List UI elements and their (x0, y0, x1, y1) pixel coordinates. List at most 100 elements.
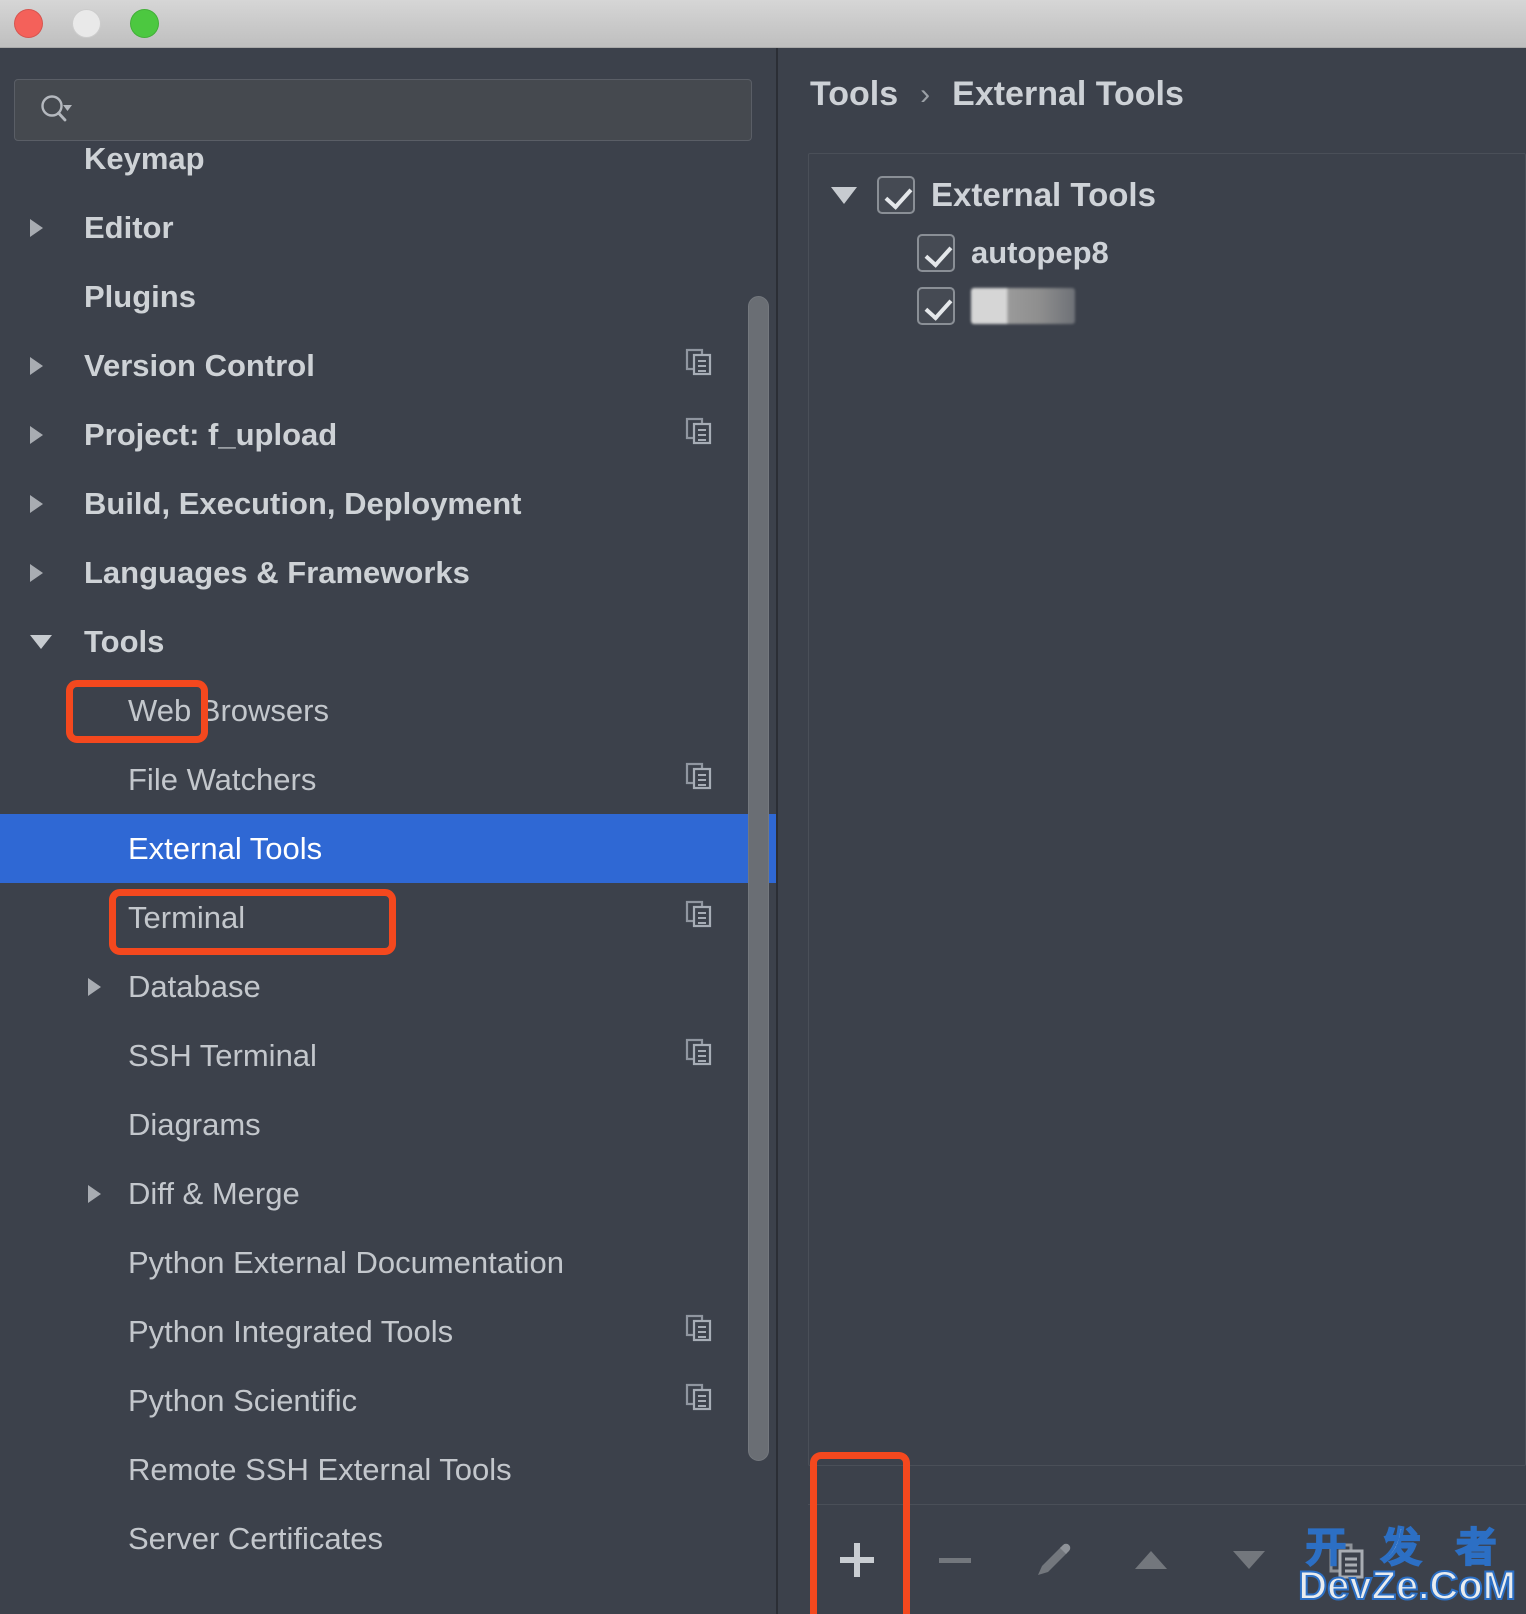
tree-row-redacted[interactable] (917, 287, 1075, 325)
sidebar-item-python-scientific[interactable]: Python Scientific (0, 1366, 776, 1435)
copy-icon (685, 1038, 712, 1065)
sidebar-item-label: Web Browsers (128, 692, 329, 728)
sidebar-item-server-certificates[interactable]: Server Certificates (0, 1504, 776, 1573)
chevron-right-icon[interactable] (30, 425, 43, 444)
chevron-down-icon[interactable] (831, 186, 857, 204)
sidebar-item-python-integrated-tools[interactable]: Python Integrated Tools (0, 1297, 776, 1366)
sidebar-item-label: Keymap (84, 140, 205, 176)
copy-settings-icon[interactable] (682, 1311, 716, 1353)
sidebar-item-label: External Tools (128, 830, 323, 866)
sidebar-item-python-external-documentation[interactable]: Python External Documentation (0, 1228, 776, 1297)
copy-settings-icon[interactable] (682, 759, 716, 801)
copy-settings-icon[interactable] (682, 1380, 716, 1422)
copy-settings-icon[interactable] (682, 414, 716, 456)
sidebar-item-label: Project: f_upload (84, 416, 338, 452)
sidebar-item-external-tools[interactable]: External Tools (0, 814, 776, 883)
sidebar-item-label: Server Certificates (128, 1520, 383, 1556)
sidebar-item-version-control[interactable]: Version Control (0, 331, 776, 400)
copy-button[interactable] (1298, 1511, 1396, 1609)
copy-settings-icon[interactable] (682, 897, 716, 939)
arrow-up-icon (1135, 1550, 1167, 1569)
maximize-window-button[interactable] (130, 9, 159, 38)
sidebar-item-remote-ssh-external-tools[interactable]: Remote SSH External Tools (0, 1435, 776, 1504)
sidebar-scrollbar-thumb[interactable] (748, 296, 769, 1461)
copy-icon (685, 762, 712, 789)
sidebar-item-label: Remote SSH External Tools (128, 1451, 512, 1487)
copy-icon (685, 1314, 712, 1341)
sidebar-item-diff-merge[interactable]: Diff & Merge (0, 1159, 776, 1228)
copy-icon (685, 900, 712, 927)
plus-icon (840, 1542, 874, 1577)
sidebar-item-label: Tools (84, 623, 165, 659)
root-label: External Tools (931, 176, 1156, 213)
sidebar-item-label: Database (128, 968, 261, 1004)
copy-icon (685, 417, 712, 444)
chevron-right-icon[interactable] (88, 1184, 101, 1203)
sidebar-item-label: Languages & Frameworks (84, 554, 470, 590)
sidebar-item-label: Version Control (84, 347, 315, 383)
chevron-down-icon[interactable] (30, 634, 52, 649)
sidebar-item-ssh-terminal[interactable]: SSH Terminal (0, 1021, 776, 1090)
breadcrumb-separator-icon: › (920, 77, 931, 111)
copy-icon (685, 1383, 712, 1410)
sidebar-item-terminal[interactable]: Terminal (0, 883, 776, 952)
breadcrumb-current: External Tools (952, 75, 1184, 113)
sidebar-item-build-execution-deployment[interactable]: Build, Execution, Deployment (0, 469, 776, 538)
external-tools-toolbar (808, 1504, 1526, 1614)
sidebar-item-label: Diff & Merge (128, 1175, 300, 1211)
sidebar-item-label: Python Integrated Tools (128, 1313, 454, 1349)
sidebar-item-label: Plugins (84, 278, 196, 314)
chevron-right-icon[interactable] (30, 218, 43, 237)
breadcrumb: Tools › External Tools (810, 75, 1184, 114)
chevron-right-icon[interactable] (30, 494, 43, 513)
chevron-right-icon[interactable] (30, 563, 43, 582)
edit-button[interactable] (1004, 1511, 1102, 1609)
sidebar-item-label: Terminal (128, 899, 246, 935)
sidebar-item-label: Build, Execution, Deployment (84, 485, 522, 521)
settings-category-tree[interactable]: Keymap Editor Plugins Version Control Projec… (0, 124, 776, 1573)
copy-icon (1329, 1543, 1364, 1578)
root-checkbox[interactable] (877, 176, 915, 214)
sidebar-item-file-watchers[interactable]: File Watchers (0, 745, 776, 814)
sidebar-item-label: Python External Documentation (128, 1244, 564, 1280)
add-button[interactable] (808, 1511, 906, 1609)
settings-sidebar: Keymap Editor Plugins Version Control Projec… (0, 48, 778, 1614)
move-up-button[interactable] (1102, 1511, 1200, 1609)
redacted-tool-checkbox[interactable] (917, 287, 955, 325)
autopep8-label: autopep8 (971, 235, 1109, 270)
close-window-button[interactable] (14, 9, 43, 38)
sidebar-item-editor[interactable]: Editor (0, 193, 776, 262)
sidebar-item-label: File Watchers (128, 761, 317, 797)
sidebar-item-web-browsers[interactable]: Web Browsers (0, 676, 776, 745)
sidebar-item-tools[interactable]: Tools (0, 607, 776, 676)
external-tools-tree[interactable]: External Tools autopep8 (808, 153, 1526, 1466)
move-down-button[interactable] (1200, 1511, 1298, 1609)
sidebar-item-project-f-upload[interactable]: Project: f_upload (0, 400, 776, 469)
breadcrumb-parent[interactable]: Tools (810, 75, 898, 114)
minus-icon (939, 1557, 971, 1563)
autopep8-checkbox[interactable] (917, 234, 955, 272)
sidebar-item-plugins[interactable]: Plugins (0, 262, 776, 331)
copy-icon (685, 348, 712, 375)
sidebar-item-diagrams[interactable]: Diagrams (0, 1090, 776, 1159)
copy-settings-icon[interactable] (682, 345, 716, 387)
chevron-right-icon[interactable] (88, 977, 101, 996)
sidebar-item-keymap[interactable]: Keymap (0, 124, 776, 193)
pencil-icon (1038, 1543, 1071, 1575)
chevron-right-icon[interactable] (30, 356, 43, 375)
window-titlebar (0, 0, 1526, 48)
sidebar-item-database[interactable]: Database (0, 952, 776, 1021)
remove-button[interactable] (906, 1511, 1004, 1609)
search-icon (41, 95, 72, 122)
tree-row-root[interactable]: External Tools (831, 176, 1156, 214)
sidebar-item-label: Editor (84, 209, 174, 245)
settings-dialog: Keymap Editor Plugins Version Control Projec… (0, 0, 1526, 1614)
sidebar-item-label: SSH Terminal (128, 1037, 317, 1073)
tree-row-autopep8[interactable]: autopep8 (917, 234, 1109, 272)
sidebar-item-languages-frameworks[interactable]: Languages & Frameworks (0, 538, 776, 607)
arrow-down-icon (1233, 1550, 1265, 1569)
copy-settings-icon[interactable] (682, 1035, 716, 1077)
sidebar-item-label: Diagrams (128, 1106, 261, 1142)
minimize-window-button[interactable] (72, 9, 101, 38)
redacted-tool-label (971, 288, 1075, 324)
